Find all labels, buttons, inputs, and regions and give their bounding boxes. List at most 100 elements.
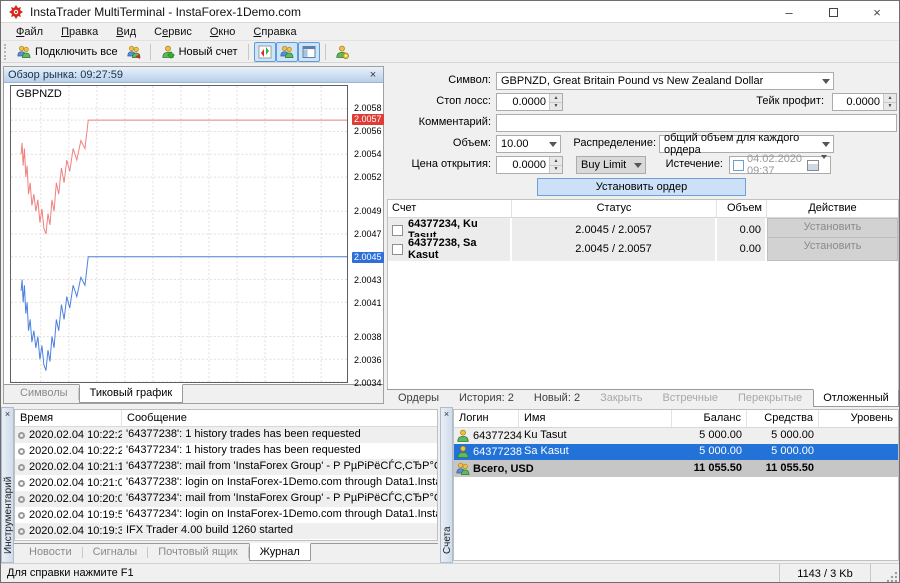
order-tab[interactable]: История: 2 xyxy=(450,390,523,407)
journal-cell-time: 2020.02.04 10:21:0... xyxy=(15,475,122,491)
table-row[interactable]: 64377238, Sa Kasut2.0045 / 2.00570.00Уст… xyxy=(388,237,898,255)
journal-side-strip: × Инструментарий xyxy=(1,407,14,563)
market-watch-titlebar[interactable]: Обзор рынка: 09:27:59 × xyxy=(4,67,383,83)
person-gear-icon xyxy=(335,45,349,59)
place-order-button[interactable]: Установить ордер xyxy=(537,178,746,196)
toolbar-grip[interactable] xyxy=(4,44,8,60)
order-tab[interactable]: Ордеры xyxy=(389,390,448,407)
place-button-disabled[interactable]: Установить xyxy=(767,237,898,261)
chevron-down-icon[interactable] xyxy=(821,159,827,171)
accounts-cell-level xyxy=(819,444,898,460)
orders-column-header: Объем xyxy=(717,200,767,217)
journal-cell-message: '64377234': login on InstaForex-1Demo.co… xyxy=(122,507,437,523)
login-value: 64377234 xyxy=(473,429,522,444)
toggle-accounts-button[interactable] xyxy=(276,42,298,62)
volume-label: Объем: xyxy=(391,135,491,152)
market-watch-panel: Обзор рынка: 09:27:59 × GBPNZD 2.00582.0… xyxy=(3,66,384,404)
resize-grip[interactable] xyxy=(887,572,897,582)
table-row[interactable]: 2020.02.04 10:22:2...'64377238': 1 histo… xyxy=(15,427,437,443)
maximize-button[interactable] xyxy=(811,1,855,23)
log-entry-icon xyxy=(18,448,25,455)
journal-time: 2020.02.04 10:22:2... xyxy=(29,444,122,459)
close-button[interactable]: × xyxy=(855,1,899,23)
orders-table-header: СчетСтатусОбъемДействие xyxy=(388,200,898,218)
accounts-cell-login: 64377238 xyxy=(454,444,519,460)
table-row[interactable]: 2020.02.04 10:19:5...'64377234': login o… xyxy=(15,507,437,523)
expiration-checkbox[interactable] xyxy=(733,160,744,171)
chevron-down-icon[interactable] xyxy=(819,136,833,152)
journal-tab[interactable]: Журнал xyxy=(249,543,311,561)
table-row[interactable]: 2020.02.04 10:21:1...'64377238': mail fr… xyxy=(15,459,437,475)
comment-input[interactable] xyxy=(496,114,897,132)
accounts-column-header: Уровень xyxy=(819,410,898,427)
market-watch-close-icon[interactable]: × xyxy=(367,69,379,81)
journal-close-icon[interactable]: × xyxy=(2,408,13,420)
market-watch-title: Обзор рынка: 09:27:59 xyxy=(8,69,367,81)
accounts-cell-login: 64377234 xyxy=(454,428,519,444)
order-tab: Закрыть xyxy=(591,390,651,407)
journal-tab[interactable]: Сигналы xyxy=(83,544,148,561)
price-tick: 2.0036 xyxy=(354,355,382,366)
connect-all-button[interactable]: Подключить все xyxy=(12,42,123,62)
expiration-label: Истечение: xyxy=(623,156,723,173)
table-row[interactable]: 2020.02.04 10:20:0...'64377234': mail fr… xyxy=(15,491,437,507)
accounts-close-icon[interactable]: × xyxy=(441,408,452,420)
menu-item-вид[interactable]: Вид xyxy=(107,25,145,39)
journal-tab[interactable]: Новости xyxy=(19,544,82,561)
accounts-cell-name: Ku Tasut xyxy=(519,428,672,444)
price-tick: 2.0047 xyxy=(354,229,382,240)
distribution-select[interactable]: общий объем для каждого ордера xyxy=(659,135,834,153)
stop-loss-input[interactable]: 0.0000 ▲▼ xyxy=(496,93,563,111)
menu-item-сервис[interactable]: Сервис xyxy=(145,25,201,39)
table-row[interactable]: 2020.02.04 10:22:2...'64377234': 1 histo… xyxy=(15,443,437,459)
comment-label: Комментарий: xyxy=(391,114,491,131)
menu-item-правка[interactable]: Правка xyxy=(52,25,107,39)
tab-tick-chart[interactable]: Тиковый график xyxy=(79,384,184,403)
toolbar-separator xyxy=(248,44,249,60)
toolbar-separator xyxy=(325,44,326,60)
take-profit-input[interactable]: 0.0000 ▲▼ xyxy=(832,93,897,111)
toggle-market-watch-button[interactable] xyxy=(254,42,276,62)
minimize-button[interactable]: – xyxy=(767,1,811,23)
account-settings-button[interactable] xyxy=(331,42,353,62)
journal-cell-message: '64377234': mail from 'InstaForex Group'… xyxy=(122,491,437,507)
menu-item-справка[interactable]: Справка xyxy=(244,25,305,39)
toolbar: Подключить все Новый счет xyxy=(1,41,899,63)
disconnect-all-button[interactable] xyxy=(123,42,145,62)
table-row[interactable]: 64377238Sa Kasut5 000.005 000.00 xyxy=(454,444,898,460)
open-price-input[interactable]: 0.0000 ▲▼ xyxy=(496,156,563,174)
row-checkbox[interactable] xyxy=(392,244,403,255)
toggle-terminal-button[interactable] xyxy=(298,42,320,62)
volume-select[interactable]: 10.00 xyxy=(496,135,561,153)
table-row[interactable]: 64377234Ku Tasut5 000.005 000.00 xyxy=(454,428,898,444)
tab-symbols[interactable]: Символы xyxy=(10,385,78,403)
menu-item-окно[interactable]: Окно xyxy=(201,25,245,39)
table-row[interactable]: 2020.02.04 10:21:0...'64377238': login o… xyxy=(15,475,437,491)
tick-chart-plot[interactable]: GBPNZD xyxy=(10,85,348,383)
spinner-buttons[interactable]: ▲▼ xyxy=(883,94,896,110)
price-tick: 2.0058 xyxy=(354,103,382,114)
chevron-down-icon[interactable] xyxy=(819,73,833,89)
row-checkbox[interactable] xyxy=(392,225,403,236)
market-watch-tabs: СимволыТиковый график xyxy=(4,384,383,403)
tick-chart[interactable]: GBPNZD 2.00582.00572.00562.00542.00522.0… xyxy=(4,83,383,384)
person-add-icon xyxy=(161,45,175,59)
new-account-button[interactable]: Новый счет xyxy=(156,42,243,62)
symbol-select[interactable]: GBPNZD, Great Britain Pound vs New Zeala… xyxy=(496,72,834,90)
journal-table-header: ВремяСообщение xyxy=(15,410,437,427)
accounts-panel: × Счета ЛогинИмяБалансСредстваУровень 64… xyxy=(440,407,900,563)
spinner-buttons[interactable]: ▲▼ xyxy=(549,94,562,110)
person-icon xyxy=(456,429,470,443)
journal-tab[interactable]: Почтовый ящик xyxy=(148,544,247,561)
table-row[interactable]: 2020.02.04 10:19:3...IFX Trader 4.00 bui… xyxy=(15,523,437,539)
spinner-buttons[interactable]: ▲▼ xyxy=(549,157,562,173)
accounts-column-header: Средства xyxy=(747,410,819,427)
table-row[interactable]: 64377234, Ku Tasut2.0045 / 2.00570.00Уст… xyxy=(388,218,898,236)
expiration-datepicker[interactable]: 04.02.2020 09:37 xyxy=(729,156,831,174)
price-tick: 2.0052 xyxy=(354,172,382,183)
order-tab[interactable]: Новый: 2 xyxy=(525,390,589,407)
order-tab[interactable]: Отложенный xyxy=(813,389,899,407)
stop-loss-value: 0.0000 xyxy=(497,96,549,108)
calendar-icon[interactable] xyxy=(807,160,819,171)
menu-item-файл[interactable]: Файл xyxy=(7,25,52,39)
